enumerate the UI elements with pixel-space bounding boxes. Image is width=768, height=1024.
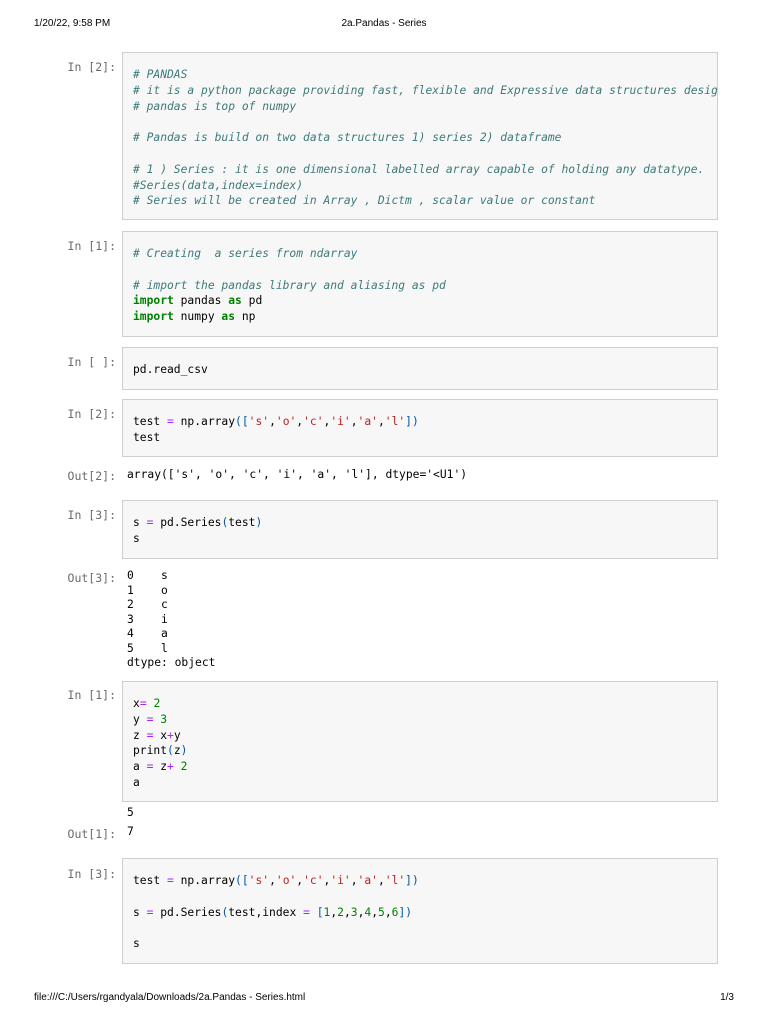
output-prompt-6: Out[1]:	[67, 827, 116, 841]
code-line: import pandas as pd	[133, 294, 263, 308]
code-cell-5[interactable]: s = pd.Series(test) s	[122, 500, 718, 559]
code-line: s	[133, 937, 140, 951]
code-line: a = z+ 2	[133, 760, 188, 774]
code-block: test = np.array(['s','o','c','i','a','l'…	[133, 873, 419, 952]
code-cell-7[interactable]: test = np.array(['s','o','c','i','a','l'…	[122, 858, 718, 964]
stdout-output: 5	[127, 806, 134, 819]
page-number: 1/3	[720, 992, 734, 1003]
document-title: 2a.Pandas - Series	[341, 18, 427, 29]
code-line: test = np.array(['s','o','c','i','a','l'…	[133, 415, 419, 428]
code-line: # import the pandas library and aliasing…	[133, 278, 446, 292]
cell-output: 7	[127, 825, 134, 838]
code-line: x= 2	[133, 697, 161, 710]
code-cell-3[interactable]: pd.read_csv	[122, 347, 718, 390]
input-prompt-5: In [3]:	[67, 508, 116, 522]
output-prompt-4: Out[2]:	[67, 469, 116, 483]
input-prompt-6: In [1]:	[67, 688, 116, 702]
code-line: # it is a python package providing fast,…	[133, 83, 718, 97]
code-line: test = np.array(['s','o','c','i','a','l'…	[133, 874, 419, 887]
input-prompt-2: In [1]:	[67, 239, 116, 253]
code-line: z = x+y	[133, 728, 181, 742]
code-line: # pandas is top of numpy	[133, 99, 297, 113]
code-line: # Creating a series from ndarray	[133, 247, 358, 260]
code-line: #Series(data,index=index)	[133, 178, 304, 192]
code-cell-1[interactable]: # PANDAS # it is a python package provid…	[122, 52, 718, 220]
code-line: pd.read_csv	[133, 363, 208, 376]
code-line: s = pd.Series(test,index = [1,2,3,4,5,6]…	[133, 905, 413, 919]
code-line: # 1 ) Series : it is one dimensional lab…	[133, 162, 705, 176]
cell-output: array(['s', 'o', 'c', 'i', 'a', 'l'], dt…	[127, 468, 468, 481]
code-block: x= 2 y = 3 z = x+y print(z) a = z+ 2 a	[133, 696, 187, 791]
cell-output: 0 s 1 o 2 c 3 i 4 a 5 l dtype: object	[127, 569, 216, 669]
input-prompt-3: In [ ]:	[67, 355, 116, 369]
code-line: test	[133, 430, 161, 444]
file-path: file:///C:/Users/rgandyala/Downloads/2a.…	[34, 992, 306, 1003]
code-line: # Series will be created in Array , Dict…	[133, 194, 596, 208]
code-block: # PANDAS # it is a python package provid…	[133, 67, 718, 209]
code-line: s	[133, 531, 140, 545]
code-block: s = pd.Series(test) s	[133, 515, 262, 547]
output-prompt-5: Out[3]:	[67, 571, 116, 585]
code-block: test = np.array(['s','o','c','i','a','l'…	[133, 414, 419, 446]
input-prompt-7: In [3]:	[67, 867, 116, 881]
input-prompt-4: In [2]:	[67, 407, 116, 421]
code-line: # Pandas is build on two data structures…	[133, 131, 562, 145]
code-cell-2[interactable]: # Creating a series from ndarray # impor…	[122, 231, 718, 337]
input-prompt-1: In [2]:	[67, 60, 116, 74]
code-line: import numpy as np	[133, 310, 256, 324]
code-line: print(z)	[133, 744, 188, 758]
code-line: y = 3	[133, 712, 168, 726]
code-line: s = pd.Series(test)	[133, 516, 263, 529]
code-block: # Creating a series from ndarray # impor…	[133, 246, 446, 325]
code-line: a	[133, 775, 140, 789]
code-line: # PANDAS	[133, 68, 188, 81]
code-cell-6[interactable]: x= 2 y = 3 z = x+y print(z) a = z+ 2 a	[122, 681, 718, 802]
code-block: pd.read_csv	[133, 362, 208, 378]
code-cell-4[interactable]: test = np.array(['s','o','c','i','a','l'…	[122, 399, 718, 457]
